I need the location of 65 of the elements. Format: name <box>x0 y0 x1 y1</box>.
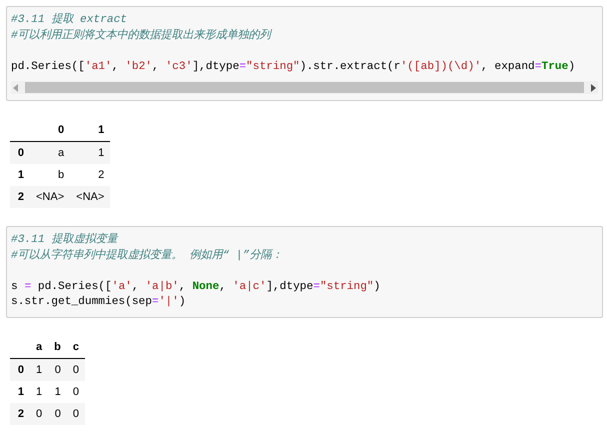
code-token: 'a|b' <box>145 280 179 292</box>
code-token: ) <box>178 296 186 308</box>
row-index: 0 <box>10 358 30 380</box>
code-token: '([ab])(\d)' <box>400 60 482 72</box>
code-token: ).str.extract(r <box>300 60 400 72</box>
code-token: = <box>534 60 542 72</box>
code-token: = <box>239 60 246 72</box>
table-cell: 1 <box>48 380 67 402</box>
table-cell: <NA> <box>70 186 110 208</box>
code-token: 'a' <box>112 280 132 292</box>
code-token: #3.11 提取 extract <box>11 14 127 26</box>
code-token: = <box>24 280 32 292</box>
code-token: ],dtype <box>192 60 240 72</box>
code-token: 'a1' <box>84 60 112 72</box>
code-token: 'a|c' <box>232 280 266 292</box>
table-cell: 0 <box>48 402 67 424</box>
code-token: s.str.get_dummies(sep <box>11 296 152 308</box>
table-cell: 0 <box>66 358 85 380</box>
table-cell: 2 <box>70 164 110 186</box>
code-token: , expand <box>481 60 535 72</box>
table-cell: 1 <box>30 380 48 402</box>
code-token: pd.Series([ <box>36 280 112 292</box>
code-token: #可以从字符串列中提取虚拟变量。 例如用“ |”分隔： <box>11 250 282 262</box>
table-cell: a <box>30 142 70 164</box>
table-cell: 0 <box>66 380 85 402</box>
table-cell: <NA> <box>30 186 70 208</box>
code-token: = <box>152 296 159 308</box>
code-token: , <box>219 280 227 292</box>
code-token: s <box>11 280 19 292</box>
column-header: a <box>30 336 48 358</box>
code-token: ) <box>568 60 576 72</box>
code-token: ],dtype <box>266 280 314 292</box>
code-token: , <box>178 280 187 292</box>
row-index: 2 <box>10 186 30 208</box>
code-token: "string" <box>246 60 300 72</box>
table-cell: b <box>30 164 70 186</box>
column-header: c <box>66 336 85 358</box>
scroll-right-icon[interactable] <box>590 84 596 92</box>
code-token: '|' <box>158 296 179 308</box>
code-token: True <box>541 60 568 72</box>
code-token: = <box>313 280 320 292</box>
code-token: , <box>152 60 160 72</box>
code-cell[interactable]: #3.11 提取 extract #可以利用正则将文本中的数据提取出来形成单独的列 pd.Series(['a1', 'b2', 'c3'],dtype="string").str.extract(r'([ab])(\d)', expand=True) <box>6 6 603 101</box>
table-cell: 1 <box>70 142 110 164</box>
code-token: "string" <box>320 280 374 292</box>
table-cell: 0 <box>66 402 85 424</box>
horizontal-scrollbar[interactable] <box>11 81 598 94</box>
table-cell: 0 <box>30 402 48 424</box>
code-token: None <box>192 280 220 292</box>
table-cell: 0 <box>48 358 67 380</box>
code-token: #可以利用正则将文本中的数据提取出来形成单独的列 <box>11 30 271 42</box>
table-cell: 1 <box>30 358 48 380</box>
row-index: 1 <box>10 380 30 402</box>
row-index: 0 <box>10 142 30 164</box>
code-token: , <box>112 60 120 72</box>
scroll-left-icon[interactable] <box>13 84 19 92</box>
code-token: , <box>132 280 140 292</box>
code-token: 'b2' <box>125 60 152 72</box>
code-token: 'c3' <box>165 60 192 72</box>
row-index: 2 <box>10 402 30 424</box>
scrollbar-thumb[interactable] <box>25 82 584 93</box>
code-token: pd.Series([ <box>11 60 85 72</box>
code-token: ) <box>374 280 380 292</box>
row-index: 1 <box>10 164 30 186</box>
column-header: b <box>48 336 67 358</box>
